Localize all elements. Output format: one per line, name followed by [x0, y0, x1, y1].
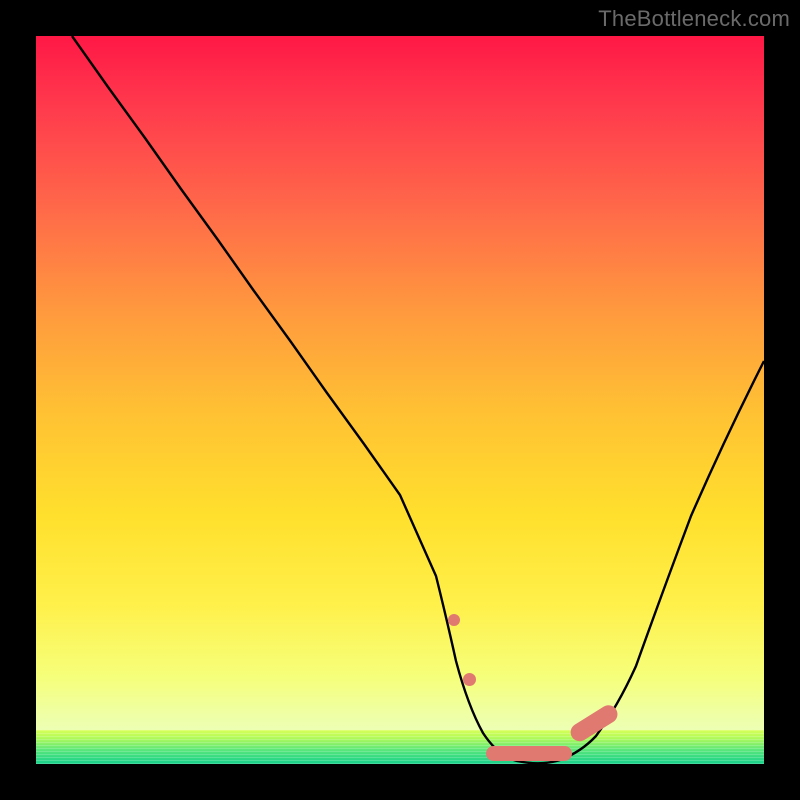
- chart-stage: TheBottleneck.com: [0, 0, 800, 800]
- bottleneck-curve: [36, 36, 764, 764]
- curve-path: [72, 36, 764, 763]
- marker-segment-flat: [486, 746, 572, 761]
- marker-dot-2: [463, 673, 476, 686]
- plot-area: [36, 36, 764, 764]
- marker-dot-1: [448, 614, 460, 626]
- watermark-text: TheBottleneck.com: [598, 6, 790, 32]
